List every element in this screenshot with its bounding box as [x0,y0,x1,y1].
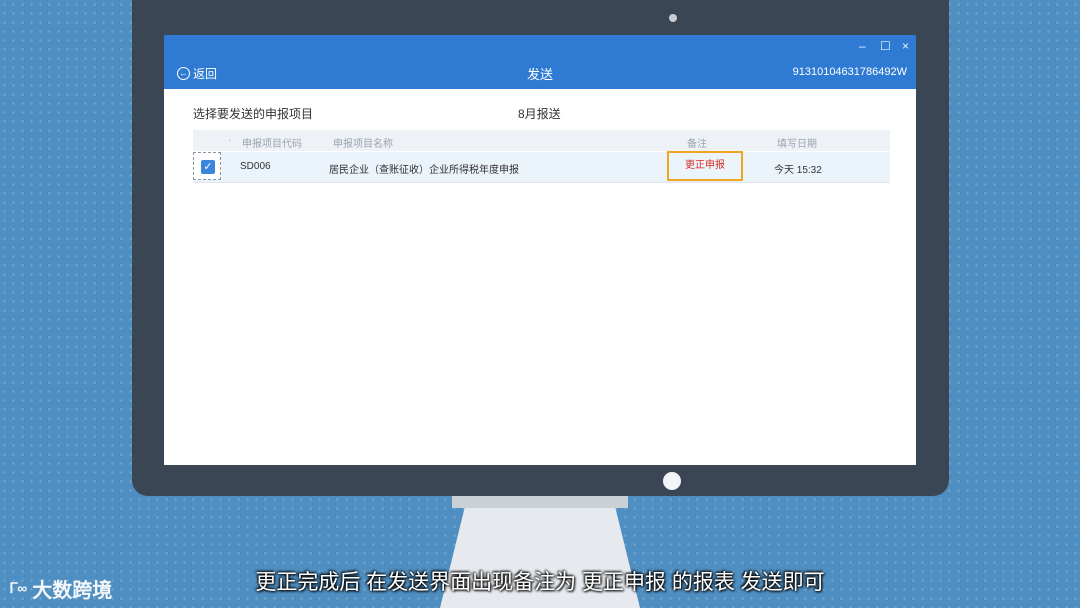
row-date: 今天 15:32 [774,165,822,176]
table-header: · 申报项目代码 申报项目名称 备注 填写日期 [193,130,890,151]
row-code: SD006 [240,161,271,172]
select-prompt: 选择要发送的申报项目 [193,107,314,121]
power-button [663,472,681,490]
row-checkbox-frame[interactable]: ✓ [193,152,221,180]
header-date: 填写日期 [777,139,817,150]
camera-dot [669,14,677,22]
taxpayer-id: 91310104631786492W [792,66,907,78]
period-label: 8月报送 [518,107,561,121]
app-window: – ☐ × ← 返回 发送 91310104631786492W 选择要发送的申… [164,35,916,465]
minimize-button[interactable]: – [859,39,866,53]
close-button[interactable]: × [902,39,909,53]
title-bar: – ☐ × ← 返回 发送 91310104631786492W [164,35,916,89]
video-subtitle: 更正完成后 在发送界面出现备注为 更正申报 的报表 发送即可 [255,571,825,594]
header-code: 申报项目代码 [242,139,302,150]
header-name: 申报项目名称 [333,139,393,150]
header-marker: · [228,135,232,146]
row-checkbox[interactable]: ✓ [201,160,215,174]
row-remark-highlight: 更正申报 [667,151,743,181]
header-remark: 备注 [687,139,707,150]
row-name: 居民企业（查账征收）企业所得税年度申报 [329,165,519,176]
table-row[interactable]: ✓ SD006 居民企业（查账征收）企业所得税年度申报 更正申报 今天 15:3… [193,151,890,183]
maximize-button[interactable]: ☐ [880,39,891,53]
monitor-stand-shadow [452,494,628,508]
